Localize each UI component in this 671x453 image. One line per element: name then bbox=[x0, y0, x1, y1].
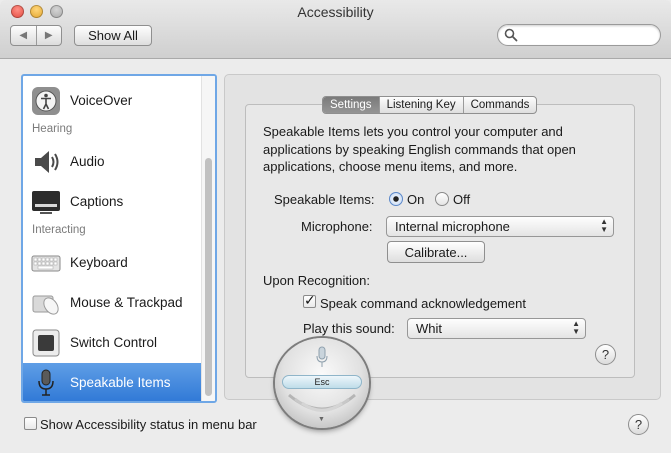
chevron-down-icon[interactable]: ▼ bbox=[318, 416, 325, 423]
category-list[interactable]: VoiceOver Hearing Audio Captions Interac… bbox=[21, 74, 217, 403]
sidebar-item-label: Speakable Items bbox=[70, 375, 171, 390]
sidebar-item-label: VoiceOver bbox=[70, 93, 133, 108]
microphone-icon bbox=[316, 346, 328, 367]
status-menu-label[interactable]: Show Accessibility status in menu bar bbox=[40, 417, 257, 432]
microphone-popup[interactable]: Internal microphone ▲ ▼ bbox=[386, 216, 614, 237]
sidebar-scrollbar[interactable] bbox=[201, 76, 215, 401]
accessibility-window: Accessibility ◀ ▶ Show All VoiceOver Hea… bbox=[0, 0, 671, 453]
tab-bar: Settings Listening Key Commands bbox=[322, 96, 538, 114]
show-all-button[interactable]: Show All bbox=[74, 25, 152, 46]
play-sound-label: Play this sound: bbox=[303, 321, 395, 336]
keyboard-icon bbox=[31, 255, 61, 272]
speak-ack-label[interactable]: Speak command acknowledgement bbox=[320, 296, 526, 311]
window-title: Accessibility bbox=[297, 4, 374, 20]
sidebar-item-captions[interactable]: Captions bbox=[23, 182, 201, 222]
switch-control-icon bbox=[32, 329, 60, 357]
sidebar-item-keyboard[interactable]: Keyboard bbox=[23, 243, 201, 283]
speakable-items-off-radio[interactable] bbox=[435, 192, 449, 206]
sidebar-item-mouse-trackpad[interactable]: Mouse & Trackpad bbox=[23, 283, 201, 323]
tab-listening-key[interactable]: Listening Key bbox=[378, 97, 463, 113]
sidebar-item-label: Mouse & Trackpad bbox=[70, 295, 183, 310]
sidebar-item-switch-control[interactable]: Switch Control bbox=[23, 323, 201, 363]
sidebar-section-interacting: Interacting bbox=[32, 224, 86, 236]
speak-ack-checkbox[interactable]: ✓ bbox=[303, 292, 316, 308]
back-arrow-icon[interactable]: ◀ bbox=[11, 26, 36, 45]
esc-key-label: Esc bbox=[282, 375, 362, 389]
status-menu-checkbox[interactable] bbox=[24, 417, 37, 430]
sidebar-scroll-thumb[interactable] bbox=[205, 158, 212, 396]
off-label[interactable]: Off bbox=[453, 192, 470, 207]
calibrate-button[interactable]: Calibrate... bbox=[387, 241, 485, 263]
tab-settings[interactable]: Settings bbox=[323, 97, 379, 113]
on-label[interactable]: On bbox=[407, 192, 424, 207]
pane-help-button[interactable]: ? bbox=[595, 344, 616, 365]
popup-arrows-icon: ▲ ▼ bbox=[572, 319, 580, 336]
upon-recognition-label: Upon Recognition: bbox=[263, 273, 370, 288]
speakable-items-on-radio[interactable] bbox=[389, 192, 403, 206]
sidebar-section-hearing: Hearing bbox=[32, 123, 73, 135]
voiceover-icon bbox=[32, 87, 60, 115]
sidebar-item-label: Audio bbox=[70, 154, 105, 169]
popup-arrows-icon: ▲ ▼ bbox=[600, 217, 608, 234]
speech-feedback-window[interactable]: Esc ▼ bbox=[275, 338, 369, 428]
speakable-items-label: Speakable Items: bbox=[274, 192, 375, 207]
forward-arrow-icon[interactable]: ▶ bbox=[35, 26, 62, 45]
play-sound-popup[interactable]: Whit ▲ ▼ bbox=[407, 318, 586, 339]
pane-description: Speakable Items lets you control your co… bbox=[263, 124, 576, 174]
checkmark-icon: ✓ bbox=[304, 292, 316, 308]
sidebar-item-label: Captions bbox=[70, 194, 124, 209]
search-input[interactable] bbox=[522, 27, 656, 45]
microphone-value: Internal microphone bbox=[395, 219, 510, 234]
titlebar: Accessibility ◀ ▶ Show All bbox=[0, 0, 671, 59]
sidebar-item-label: Switch Control bbox=[70, 335, 158, 350]
search-field[interactable] bbox=[497, 24, 661, 46]
microphone-label: Microphone: bbox=[301, 219, 373, 234]
tab-commands[interactable]: Commands bbox=[462, 97, 537, 113]
sidebar-item-voiceover[interactable]: VoiceOver bbox=[23, 81, 201, 121]
search-icon bbox=[504, 28, 518, 42]
back-forward-control: ◀ ▶ bbox=[10, 25, 62, 46]
sidebar-item-speakable-items[interactable]: Speakable Items bbox=[23, 363, 201, 401]
speaker-icon bbox=[35, 151, 59, 173]
play-sound-value: Whit bbox=[416, 321, 442, 336]
microphone-icon bbox=[38, 369, 54, 396]
captions-icon bbox=[32, 191, 60, 214]
mouse-trackpad-icon bbox=[32, 295, 59, 315]
footer-help-button[interactable]: ? bbox=[628, 414, 649, 435]
sidebar-item-label: Keyboard bbox=[70, 255, 128, 270]
sidebar-item-audio[interactable]: Audio bbox=[23, 142, 201, 182]
